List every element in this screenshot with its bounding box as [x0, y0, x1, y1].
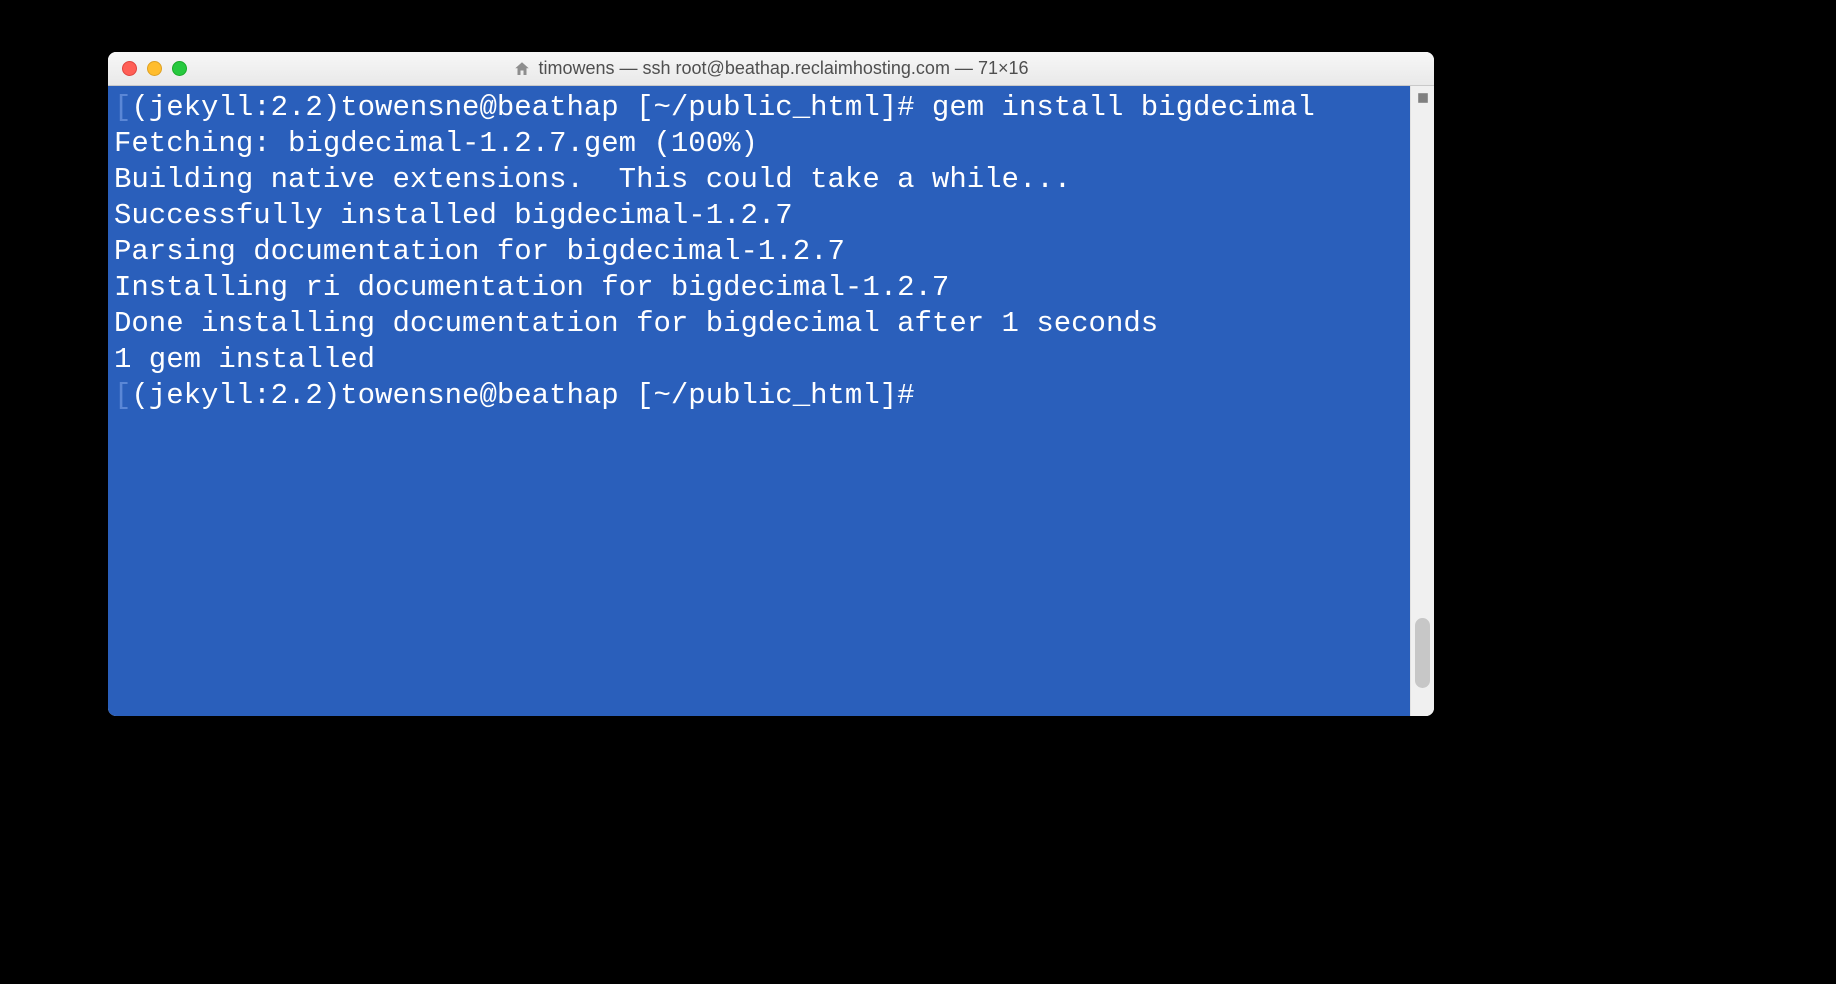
- terminal-line: 1 gem installed: [114, 342, 1404, 378]
- home-icon: [513, 60, 531, 78]
- close-button[interactable]: [122, 61, 137, 76]
- terminal-text: Successfully installed bigdecimal-1.2.7: [114, 199, 793, 232]
- terminal-line: Fetching: bigdecimal-1.2.7.gem (100%): [114, 126, 1404, 162]
- prompt-marker: [: [114, 379, 131, 412]
- window-content: [(jekyll:2.2)towensne@beathap [~/public_…: [108, 86, 1434, 716]
- scrollbar-thumb[interactable]: [1415, 618, 1430, 688]
- terminal-line: Building native extensions. This could t…: [114, 162, 1404, 198]
- vertical-scrollbar[interactable]: [1410, 86, 1434, 716]
- terminal-text: Building native extensions. This could t…: [114, 163, 1071, 196]
- terminal-line: Parsing documentation for bigdecimal-1.2…: [114, 234, 1404, 270]
- terminal-window: timowens — ssh root@beathap.reclaimhosti…: [108, 52, 1434, 716]
- terminal-line: Successfully installed bigdecimal-1.2.7: [114, 198, 1404, 234]
- terminal-text: Installing ri documentation for bigdecim…: [114, 271, 949, 304]
- terminal-text: (jekyll:2.2)towensne@beathap [~/public_h…: [131, 379, 932, 412]
- terminal-text: Fetching: bigdecimal-1.2.7.gem (100%): [114, 127, 758, 160]
- terminal-line: [(jekyll:2.2)towensne@beathap [~/public_…: [114, 378, 1404, 414]
- traffic-lights: [122, 61, 187, 76]
- terminal-text: Parsing documentation for bigdecimal-1.2…: [114, 235, 845, 268]
- window-title: timowens — ssh root@beathap.reclaimhosti…: [108, 58, 1434, 79]
- terminal-text: Done installing documentation for bigdec…: [114, 307, 1158, 340]
- scrollbar-up-arrow-icon[interactable]: [1411, 86, 1434, 110]
- terminal-output[interactable]: [(jekyll:2.2)towensne@beathap [~/public_…: [108, 86, 1410, 716]
- terminal-line: [(jekyll:2.2)towensne@beathap [~/public_…: [114, 90, 1404, 126]
- minimize-button[interactable]: [147, 61, 162, 76]
- zoom-button[interactable]: [172, 61, 187, 76]
- window-titlebar[interactable]: timowens — ssh root@beathap.reclaimhosti…: [108, 52, 1434, 86]
- window-title-text: timowens — ssh root@beathap.reclaimhosti…: [538, 58, 1028, 79]
- terminal-text: (jekyll:2.2)towensne@beathap [~/public_h…: [131, 91, 1314, 124]
- terminal-line: Done installing documentation for bigdec…: [114, 306, 1404, 342]
- prompt-marker: [: [114, 91, 131, 124]
- terminal-line: Installing ri documentation for bigdecim…: [114, 270, 1404, 306]
- terminal-text: 1 gem installed: [114, 343, 375, 376]
